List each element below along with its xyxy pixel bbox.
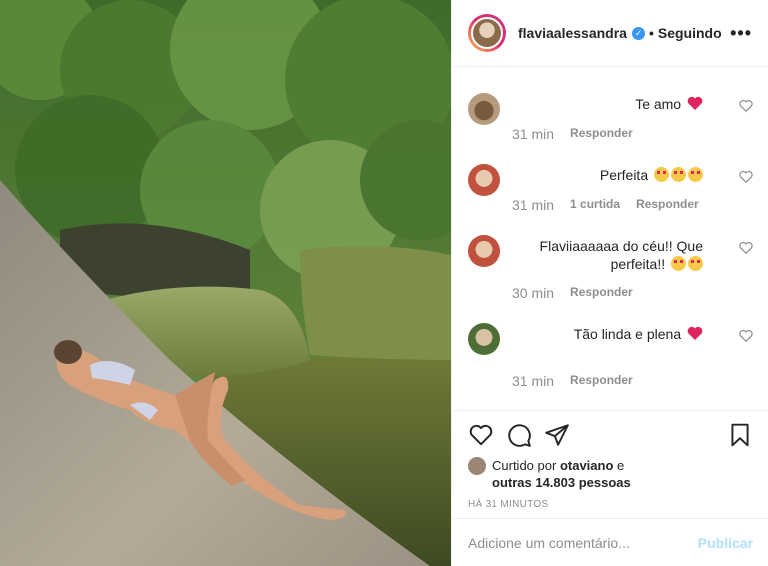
likes-others-count[interactable]: outras 14.803 pessoas	[492, 475, 631, 490]
reply-button[interactable]: Responder	[570, 126, 633, 142]
like-comment-heart-icon[interactable]	[739, 241, 753, 255]
heart-emoji-icon	[687, 326, 703, 340]
comment-time[interactable]: 31 min	[512, 197, 554, 213]
publish-button[interactable]: Publicar	[698, 535, 753, 551]
comment-meta: 31 min 1 curtida Responder	[512, 197, 699, 213]
comment-bubble-icon[interactable]	[506, 422, 532, 448]
comment-item: Tão linda e plena 31 min Responder	[468, 323, 753, 403]
heart-emoji-icon	[687, 96, 703, 110]
post-actions: Curtido por otaviano e outras 14.803 pes…	[452, 410, 768, 510]
post-image	[0, 0, 451, 566]
post-photo[interactable]	[0, 0, 451, 566]
comment-item: Flaviiaaaaaa do céu!! Que perfeita!! 30 …	[468, 235, 753, 313]
likes-conj: e	[617, 458, 625, 473]
comment-meta: 31 min Responder	[512, 373, 633, 389]
liker-avatar[interactable]	[468, 457, 486, 475]
comment-meta: 30 min Responder	[512, 285, 633, 301]
comment-composer: Adicione um comentário... Publicar	[452, 518, 768, 566]
reply-button[interactable]: Responder	[570, 285, 633, 301]
verified-badge-icon: ✓	[631, 26, 645, 40]
reply-button[interactable]: Responder	[570, 373, 633, 389]
more-options-icon[interactable]: •••	[730, 23, 752, 44]
comment-meta: 31 min Responder	[512, 126, 633, 142]
author-avatar[interactable]	[468, 14, 506, 52]
like-comment-heart-icon[interactable]	[739, 99, 753, 113]
likes-summary: Curtido por otaviano e outras 14.803 pes…	[468, 457, 753, 491]
likes-prefix: Curtido por	[492, 458, 557, 473]
like-comment-heart-icon[interactable]	[739, 329, 753, 343]
comment-item: Perfeita 31 min 1 curtida Responder	[468, 164, 753, 224]
star-struck-emoji-icon	[671, 256, 686, 271]
author-username[interactable]: flaviaalessandra	[518, 25, 627, 41]
save-bookmark-icon[interactable]	[727, 422, 753, 448]
like-comment-heart-icon[interactable]	[739, 170, 753, 184]
commenter-avatar[interactable]	[468, 93, 500, 125]
like-heart-icon[interactable]	[468, 422, 494, 448]
action-icons	[468, 421, 753, 449]
comments-list[interactable]: Te amo 31 min Responder Perfeita 31 min …	[452, 67, 768, 410]
post-header: flaviaalessandra ✓ • Seguindo •••	[452, 0, 768, 67]
commenter-avatar[interactable]	[468, 235, 500, 267]
star-struck-emoji-icon	[688, 167, 703, 182]
comment-likes-count[interactable]: 1 curtida	[570, 197, 620, 213]
liker-username[interactable]: otaviano	[560, 458, 613, 473]
comment-text: Perfeita	[599, 167, 649, 183]
commenter-avatar[interactable]	[468, 323, 500, 355]
post-timestamp[interactable]: HÁ 31 MINUTOS	[468, 499, 753, 510]
header-separator: •	[648, 25, 654, 41]
comment-time[interactable]: 30 min	[512, 285, 554, 301]
comment-time[interactable]: 31 min	[512, 126, 554, 142]
star-struck-emoji-icon	[654, 167, 669, 182]
comment-time[interactable]: 31 min	[512, 373, 554, 389]
comment-item: Te amo 31 min Responder	[468, 93, 753, 153]
post-side-panel: flaviaalessandra ✓ • Seguindo ••• Te amo…	[451, 0, 768, 566]
comment-text: Tão linda e plena	[573, 326, 682, 342]
reply-button[interactable]: Responder	[636, 197, 699, 213]
star-struck-emoji-icon	[671, 167, 686, 182]
star-struck-emoji-icon	[688, 256, 703, 271]
comment-input[interactable]: Adicione um comentário...	[468, 535, 630, 551]
share-paper-plane-icon[interactable]	[544, 422, 570, 448]
comment-text: Te amo	[635, 96, 682, 112]
commenter-avatar[interactable]	[468, 164, 500, 196]
following-button[interactable]: Seguindo	[658, 25, 722, 41]
